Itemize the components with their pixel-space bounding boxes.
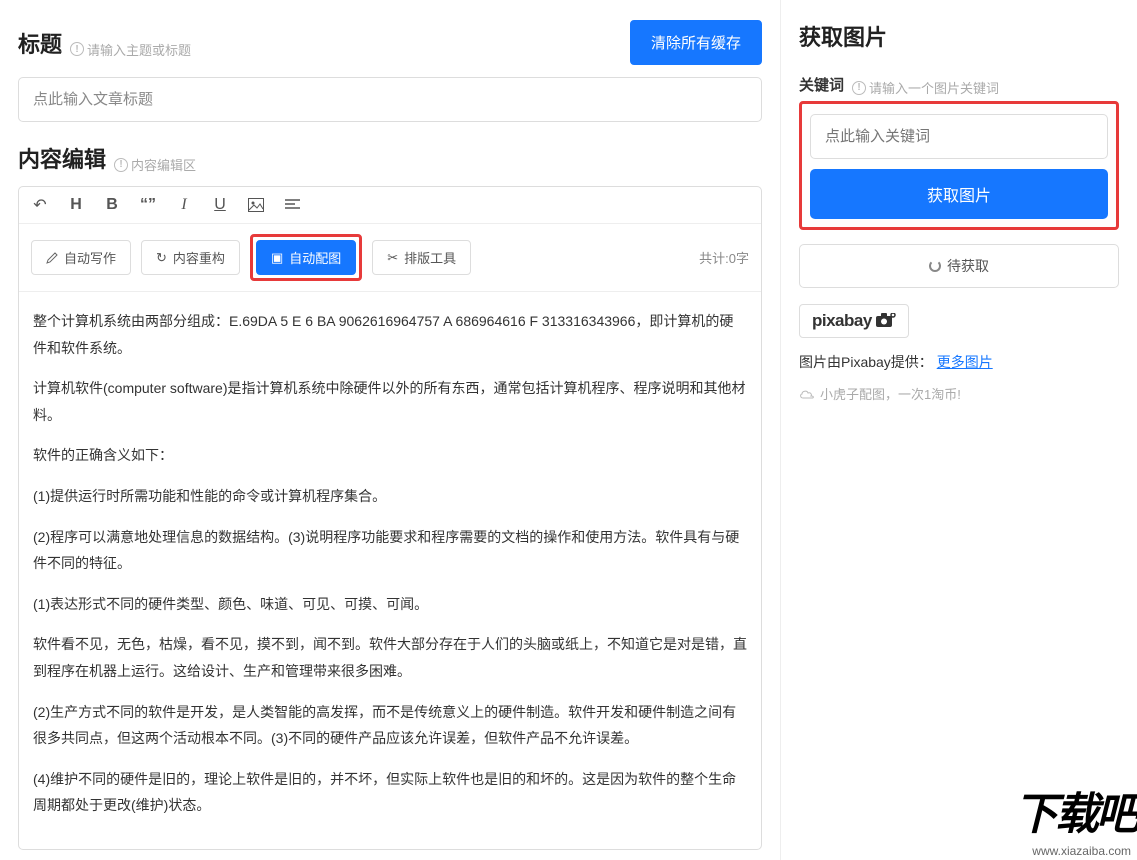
content-paragraph: (1)表达形式不同的硬件类型、颜色、味道、可见、可摸、可闻。 — [33, 591, 747, 618]
image-small-icon: ▣ — [271, 250, 283, 266]
camera-icon — [876, 313, 896, 330]
keyword-input[interactable] — [810, 114, 1108, 159]
keyword-hint: ! 请输入一个图片关键词 — [852, 78, 999, 97]
underline-icon[interactable]: U — [211, 196, 229, 214]
article-title-input[interactable] — [18, 77, 762, 122]
refresh-icon: ↻ — [156, 250, 167, 266]
title-hint: ! 请输入主题或标题 — [70, 40, 191, 59]
more-images-link[interactable]: 更多图片 — [937, 354, 993, 370]
content-hint: ! 内容编辑区 — [114, 155, 196, 174]
align-left-icon[interactable] — [283, 199, 301, 211]
content-paragraph: 软件的正确含义如下： — [33, 442, 747, 469]
content-section-header: 内容编辑 ! 内容编辑区 — [18, 142, 762, 174]
keyword-label: 关键词 — [799, 74, 844, 95]
content-paragraph: (1)提供运行时所需功能和性能的命令或计算机程序集合。 — [33, 483, 747, 510]
formatting-toolbar: ↶ H B “” I U — [19, 187, 761, 224]
content-paragraph: (4)维护不同的硬件是旧的，理论上软件是旧的，并不坏，但实际上软件也是旧的和坏的… — [33, 766, 747, 819]
italic-icon[interactable]: I — [175, 196, 193, 214]
image-credit: 图片由Pixabay提供： 更多图片 — [799, 352, 1119, 372]
fetch-image-title: 获取图片 — [799, 20, 1119, 52]
word-count: 共计:0字 — [699, 248, 749, 267]
info-icon: ! — [852, 81, 866, 95]
highlight-auto-image: ▣ 自动配图 — [250, 234, 362, 281]
auto-image-button[interactable]: ▣ 自动配图 — [256, 240, 356, 275]
undo-icon[interactable]: ↶ — [31, 195, 49, 215]
editor-box: ↶ H B “” I U 自动写作 ↻ — [18, 186, 762, 850]
restructure-button[interactable]: ↻ 内容重构 — [141, 240, 240, 275]
auto-write-button[interactable]: 自动写作 — [31, 240, 131, 275]
pending-button[interactable]: 待获取 — [799, 244, 1119, 288]
cloud-icon — [799, 389, 815, 399]
heading-icon[interactable]: H — [67, 196, 85, 214]
clear-cache-button[interactable]: 清除所有缓存 — [630, 20, 762, 65]
pencil-icon — [46, 252, 58, 264]
sidebar: 获取图片 关键词 ! 请输入一个图片关键词 获取图片 待获取 pixabay 图… — [781, 0, 1137, 860]
layout-tool-button[interactable]: ✂ 排版工具 — [372, 240, 471, 275]
fetch-image-button[interactable]: 获取图片 — [810, 169, 1108, 219]
title-label: 标题 — [18, 27, 62, 59]
main-column: 标题 ! 请输入主题或标题 清除所有缓存 内容编辑 ! 内容编辑区 ↶ H — [0, 0, 781, 860]
content-paragraph: 整个计算机系统由两部分组成：E.69DA 5 E 6 BA 9062616964… — [33, 308, 747, 361]
footer-note: 小虎子配图，一次1淘币! — [799, 384, 1119, 403]
content-paragraph: (2)程序可以满意地处理信息的数据结构。(3)说明程序功能要求和程序需要的文档的… — [33, 524, 747, 577]
content-edit-label: 内容编辑 — [18, 142, 106, 174]
tool-icon: ✂ — [387, 250, 398, 266]
content-paragraph: 软件看不见，无色，枯燥，看不见，摸不到，闻不到。软件大部分存在于人们的头脑或纸上… — [33, 631, 747, 684]
content-paragraph: 计算机软件(computer software)是指计算机系统中除硬件以外的所有… — [33, 375, 747, 428]
spinner-icon — [929, 260, 941, 272]
info-icon: ! — [114, 158, 128, 172]
content-paragraph: (2)生产方式不同的软件是开发，是人类智能的高发挥，而不是传统意义上的硬件制造。… — [33, 699, 747, 752]
image-icon[interactable] — [247, 198, 265, 212]
bold-icon[interactable]: B — [103, 196, 121, 214]
content-editor[interactable]: 整个计算机系统由两部分组成：E.69DA 5 E 6 BA 9062616964… — [19, 292, 761, 849]
quote-icon[interactable]: “” — [139, 196, 157, 214]
info-icon: ! — [70, 42, 84, 56]
highlight-keyword-box: 获取图片 — [799, 101, 1119, 230]
pixabay-logo: pixabay — [799, 304, 909, 338]
title-section-header: 标题 ! 请输入主题或标题 清除所有缓存 — [18, 20, 762, 65]
action-toolbar: 自动写作 ↻ 内容重构 ▣ 自动配图 ✂ 排版工具 共计:0字 — [19, 224, 761, 292]
